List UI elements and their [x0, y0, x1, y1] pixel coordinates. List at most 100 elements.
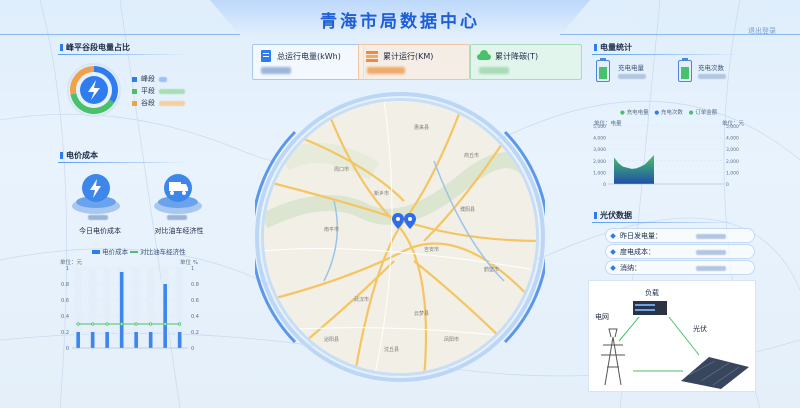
cost-pedestal-compare	[154, 174, 202, 214]
peak-legend-peak: 峰段	[132, 74, 167, 84]
map-city-label: 泌阳县	[324, 336, 339, 343]
map-roads: 惠来县周口市 商丘市新乡市吉安市 南平市 濮阳县鹤壁市武汉市云梦县凤阳市 泌阳县沈丘县	[264, 101, 536, 373]
solar-panel-icon	[681, 357, 749, 389]
power-stats-title: 电量统计	[594, 42, 632, 53]
power-y-right-tick: 2,000	[726, 159, 739, 165]
cost-y-right-tick: 0	[191, 346, 194, 352]
cost-y-right-tick: 1	[191, 266, 194, 272]
pv-row-cost: 度电成本：	[605, 244, 755, 259]
battery-icon-power	[596, 58, 610, 82]
pv-panel-title: 光伏数据	[594, 210, 632, 221]
power-stats-underline	[592, 54, 742, 55]
stack-icon	[366, 51, 378, 62]
stat-carbon-label: 累计降碳(T)	[495, 52, 539, 61]
cloud-icon	[477, 50, 491, 60]
map-city-label: 惠来县	[414, 124, 429, 131]
power-stat-value-count	[698, 74, 726, 79]
cost-line-point	[119, 322, 124, 326]
cost-line-point	[148, 322, 153, 326]
cost-bar	[119, 272, 124, 348]
stat-total-run-value	[367, 67, 405, 74]
header-line-left	[0, 34, 240, 35]
peak-legend-valley: 谷段	[132, 98, 185, 108]
stat-card-total-power: 总运行电量(kWh)	[252, 44, 364, 80]
cost-y-right-tick: 0.2	[191, 330, 199, 336]
map-city-label: 鹤壁市	[484, 266, 499, 273]
cost-line-point	[90, 322, 95, 326]
map-city-label: 南平市	[324, 226, 339, 233]
cost-y-tick: 0.2	[61, 330, 69, 336]
power-stat-label-power: 充电电量	[618, 64, 644, 72]
cost-bar	[76, 332, 80, 348]
cost-pedestal-today	[72, 174, 120, 214]
cost-y-right-tick: 0.4	[191, 314, 199, 320]
power-y-tick: 2,000	[593, 159, 606, 165]
map-city-label: 商丘市	[464, 152, 479, 159]
cost-title-underline	[58, 162, 188, 163]
map-city-label: 云梦县	[414, 311, 429, 317]
diagram-pv-label: 光伏	[693, 324, 707, 333]
power-chart-legend: ● 充电电量 ● 充电次数 ● 订单金额	[620, 110, 718, 116]
cost-chart-legend-line: 对比油车经济性	[130, 246, 186, 256]
document-icon	[261, 50, 271, 62]
cost-compare-label: 对比油车经济性	[154, 227, 204, 235]
power-y-right-tick: 0	[726, 182, 729, 188]
cost-chart-legend-bar: 电价成本	[92, 246, 128, 256]
map-city-label: 凤阳市	[444, 336, 459, 343]
power-y-right-tick: 4,000	[726, 136, 739, 142]
cost-y-tick: 1	[66, 266, 69, 272]
peak-legend-flat: 平段	[132, 86, 185, 96]
cost-line-point	[134, 322, 138, 326]
cost-line-point	[76, 322, 80, 326]
stat-card-carbon: 累计降碳(T)	[470, 44, 582, 80]
power-y-right-tick: 5,000	[726, 124, 739, 130]
pv-row-yesterday: 昨日发电量：	[605, 228, 755, 243]
map-city-label: 沈丘县	[384, 346, 399, 353]
cost-y-tick: 0.6	[61, 298, 69, 304]
stat-card-total-run: 累计运行(KM)	[358, 44, 470, 80]
cost-line-point	[163, 322, 167, 326]
power-y-tick: 1,000	[593, 170, 606, 176]
power-y-right-tick: 3,000	[726, 147, 739, 153]
stat-total-power-label: 总运行电量(kWh)	[277, 52, 341, 61]
map-city-label: 新乡市	[374, 190, 389, 197]
cost-line-point	[105, 322, 109, 326]
map-city-label: 吉安市	[424, 246, 439, 253]
cost-today-label: 今日电价成本	[79, 227, 121, 235]
map-view[interactable]: 惠来县周口市 商丘市新乡市吉安市 南平市 濮阳县鹤壁市武汉市云梦县凤阳市 泌阳县沈丘县	[261, 98, 539, 376]
cost-y-tick: 0.4	[61, 314, 69, 320]
cost-panel-title: 电价成本	[60, 150, 98, 161]
peak-title-underline	[58, 54, 188, 55]
map-city-label: 武汉市	[354, 296, 369, 303]
pv-title-underline	[592, 222, 742, 223]
map-city-label: 濮阳县	[460, 206, 475, 213]
peak-donut-chart	[67, 63, 121, 117]
cost-bar	[134, 332, 138, 348]
cost-bar	[105, 332, 109, 348]
diagram-grid-label: 电网	[595, 312, 609, 321]
power-area	[614, 155, 654, 184]
server-icon	[633, 301, 667, 315]
cost-bar-chart: 1 1 0.8 0.8 0.6 0.6 0.4 0.4 0.2 0.2 0 0	[61, 266, 199, 352]
cost-bar	[177, 332, 182, 348]
cost-bar	[163, 284, 167, 348]
stat-total-run-label: 累计运行(KM)	[383, 52, 434, 61]
logout-link[interactable]: 退出登录	[748, 26, 776, 36]
cost-compare-value	[167, 215, 187, 220]
stat-total-power-value	[261, 67, 291, 74]
pv-row-consume: 消纳：	[605, 260, 755, 275]
cost-y-tick: 0.8	[61, 282, 69, 288]
power-y-tick: 3,000	[593, 147, 606, 153]
pv-diagram: 负载 电网 光伏	[588, 280, 756, 392]
map-container[interactable]: 惠来县周口市 商丘市新乡市吉安市 南平市 濮阳县鹤壁市武汉市云梦县凤阳市 泌阳县沈丘县	[255, 92, 545, 382]
cost-today-value	[88, 215, 108, 220]
battery-icon-count	[678, 58, 692, 82]
power-area-chart: 5,000 5,000 4,000 4,000 3,000 3,000 2,000 2,000…	[593, 124, 739, 188]
map-city-label: 周口市	[334, 166, 349, 173]
power-y-right-tick: 1,000	[726, 170, 739, 176]
page-title: 青海市局数据中心	[320, 12, 480, 32]
peak-panel-title: 峰平谷段电量占比	[60, 42, 130, 53]
power-y-tick: 0	[603, 182, 606, 188]
cost-y-right-tick: 0.6	[191, 298, 199, 304]
cost-y-tick: 0	[66, 346, 69, 352]
